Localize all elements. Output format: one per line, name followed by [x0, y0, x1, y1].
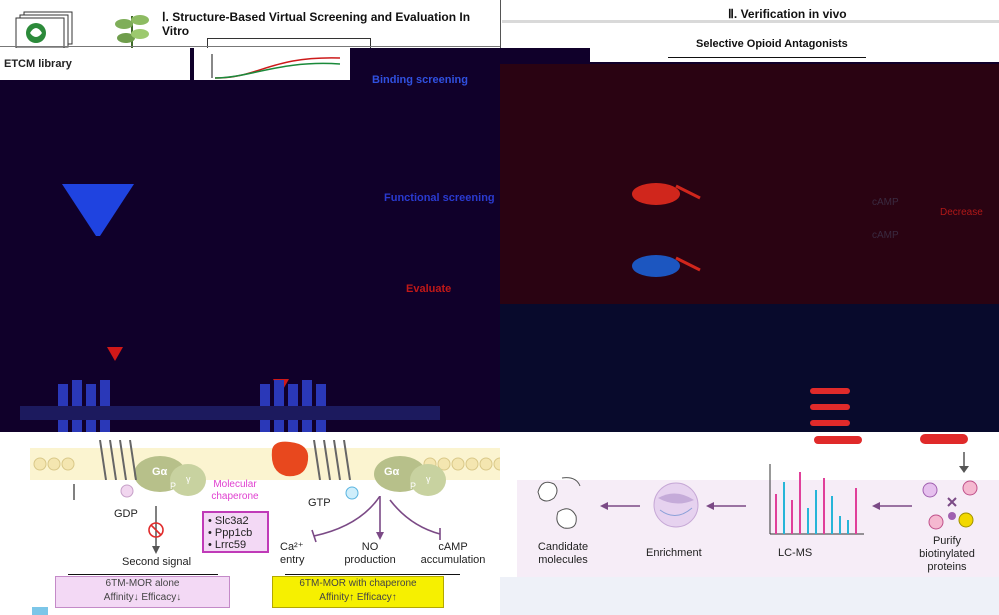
binding-curve-plot — [211, 54, 341, 79]
panel-2-subtitle: Selective Opioid Antagonists — [696, 38, 848, 50]
purify-label: Purify biotinylated proteins — [919, 535, 975, 573]
candidate-molecules-icon — [537, 477, 581, 529]
alone-box: 6TM-MOR alone Affinity↓ Efficacy↓ — [55, 576, 230, 608]
alone-box-line1: 6TM-MOR alone — [105, 578, 180, 589]
alone-box-line2: Affinity↓ Efficacy↓ — [103, 592, 182, 603]
enrichment-label: Enrichment — [646, 547, 702, 559]
flow-arrow-icon — [872, 502, 912, 510]
legend-swatch — [32, 607, 48, 615]
gamma-label-right: γ — [426, 474, 431, 484]
g-protein-right — [374, 456, 446, 496]
panel-2-top-bar — [502, 20, 999, 23]
ca-entry-label: Ca²⁺ entry — [280, 541, 305, 566]
membrane-line — [20, 406, 440, 420]
blocked-icon — [148, 522, 164, 538]
chaperone-item: • Slc3a2 — [208, 515, 249, 527]
no-production-label: NO production — [344, 541, 396, 566]
gamma-label-left: γ — [186, 474, 191, 484]
evaluate-label: Evaluate — [406, 283, 452, 295]
chaperone-box-topline — [285, 574, 460, 575]
enrichment-sphere-icon — [653, 482, 699, 528]
molecular-chaperone-label: Molecular chaperone — [211, 479, 259, 502]
chaperone-box-line1: 6TM-MOR with chaperone — [299, 578, 417, 589]
chaperone-list-box: • Slc3a2 • Ppp1cb • Lrrc59 — [202, 511, 269, 553]
herb-plant-icon — [115, 15, 149, 48]
lcms-spectrum-icon — [769, 464, 864, 535]
g-alpha-label-right: Gα — [384, 466, 400, 478]
right-lower-panel — [500, 304, 999, 432]
decrease-label: Decrease — [940, 207, 983, 218]
flow-arrow-icon — [600, 502, 640, 510]
signal-arrows-left — [73, 484, 160, 554]
camp-top-label: cAMP — [872, 197, 899, 208]
camp-accumulation-label: cAMP accumulation — [420, 541, 486, 566]
panel-divider — [500, 0, 501, 48]
chaperone-item: • Ppp1cb — [208, 527, 253, 539]
panel-1-title: Ⅰ. Structure-Based Virtual Screening and… — [162, 10, 471, 38]
bottom-right-lower — [500, 577, 999, 615]
right-upper-panel — [500, 64, 999, 304]
chaperone-item-text: Slc3a2 — [214, 515, 249, 527]
second-signal-label: Second signal — [122, 556, 192, 568]
receptor-tm-right — [313, 440, 351, 480]
gel-band-large — [920, 434, 968, 444]
chaperone-box-line2: Affinity↑ Efficacy↑ — [319, 592, 397, 603]
chaperone-item: • Lrrc59 — [208, 539, 247, 551]
chaperone-item-text: Lrrc59 — [214, 539, 247, 551]
library-label: ETCM library — [4, 58, 72, 70]
gel-bands — [810, 388, 862, 444]
signal-arrows-right — [311, 496, 441, 543]
chaperone-box: 6TM-MOR with chaperone Affinity↑ Efficac… — [272, 576, 444, 608]
flow-arrow-icon — [706, 502, 746, 510]
ligand-marker-icon — [107, 347, 123, 361]
lcms-label: LC-MS — [778, 547, 813, 559]
mouse-red-icon — [632, 183, 701, 205]
p-label-right: P — [410, 481, 417, 491]
biotinylated-proteins-icon — [922, 480, 978, 530]
mouse-blue-icon — [632, 255, 701, 277]
down-arrow-icon — [959, 452, 969, 473]
chaperone-item-text: Ppp1cb — [214, 527, 253, 539]
library-stack-icon — [15, 11, 73, 49]
alone-box-topline — [68, 574, 218, 575]
receptor-tm-left — [99, 440, 137, 480]
binding-screening-label: Binding screening — [372, 74, 468, 86]
g-alpha-label-left: Gα — [152, 466, 168, 478]
panel-2-title: Ⅱ. Verification in vivo — [728, 7, 847, 21]
screening-funnel-icon — [62, 184, 134, 236]
chaperone-protein-icon — [271, 441, 309, 477]
camp-low-label: cAMP — [872, 230, 899, 241]
candidate-molecules-label: Candidate molecules — [537, 541, 589, 566]
top-divider-left — [0, 46, 500, 47]
functional-screening-label: Functional screening — [384, 192, 495, 204]
subtitle-underline — [668, 57, 866, 58]
